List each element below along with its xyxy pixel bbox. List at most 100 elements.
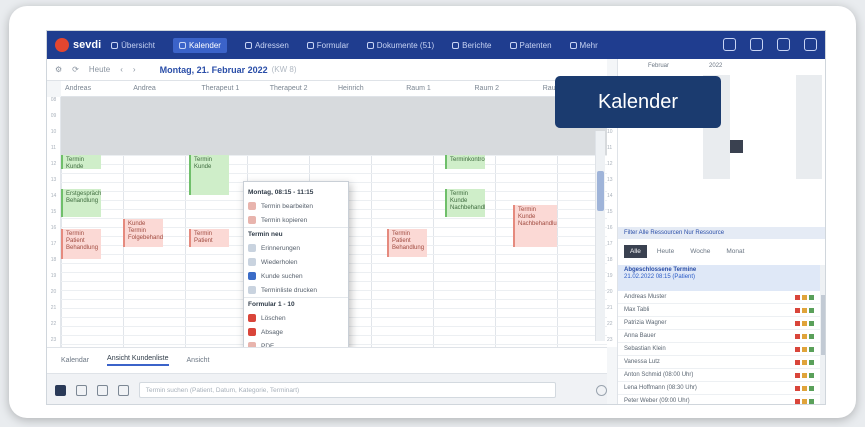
scrollbar-thumb[interactable] (597, 171, 604, 211)
mini-calendar-day[interactable] (743, 114, 756, 127)
mini-calendar-day[interactable] (782, 153, 795, 166)
mini-calendar-day[interactable] (782, 75, 795, 88)
mini-calendar-day[interactable] (690, 140, 703, 153)
year-select[interactable]: 2022 (709, 63, 722, 69)
mini-calendar-day[interactable] (730, 127, 743, 140)
mini-calendar-day[interactable] (637, 153, 650, 166)
calendar-icon[interactable] (777, 38, 790, 51)
prev-day-icon[interactable]: ‹ (120, 65, 123, 74)
check-icon[interactable] (809, 372, 814, 378)
edit-icon[interactable] (802, 294, 807, 300)
mini-calendar-day[interactable] (782, 114, 795, 127)
list-view-icon[interactable] (75, 384, 87, 396)
appointment-list-item[interactable]: Patrizia Wagner (618, 317, 820, 330)
help-icon[interactable] (596, 384, 607, 396)
mini-calendar-day[interactable] (637, 166, 650, 179)
pdf-icon[interactable] (795, 307, 800, 313)
mini-calendar-day[interactable] (782, 101, 795, 114)
pdf-icon[interactable] (795, 372, 800, 378)
mini-calendar-day[interactable] (730, 75, 743, 88)
mini-calendar-day[interactable] (664, 127, 677, 140)
context-menu-item[interactable]: Terminliste drucken (244, 283, 348, 297)
mini-calendar-day[interactable] (743, 101, 756, 114)
mini-calendar-day[interactable] (782, 127, 795, 140)
edit-icon[interactable] (802, 346, 807, 352)
mini-calendar-day[interactable] (690, 166, 703, 179)
mini-calendar-day[interactable] (769, 127, 782, 140)
pdf-icon[interactable] (795, 359, 800, 365)
appointment-list-item[interactable]: Andreas Muster (618, 291, 820, 304)
list-tab[interactable]: Monat (720, 245, 750, 258)
list-tab[interactable]: Alle (624, 245, 647, 258)
settings-icon[interactable]: ⚙ (55, 65, 62, 74)
mini-calendar-day[interactable] (769, 166, 782, 179)
mini-calendar-day[interactable] (624, 166, 637, 179)
mini-calendar-day[interactable] (664, 166, 677, 179)
column-header[interactable]: Raum 2 (471, 81, 539, 96)
refresh-icon[interactable]: ⟳ (72, 65, 79, 74)
calendar-event[interactable]: Termin Kunde (61, 155, 101, 169)
mini-calendar-day[interactable] (756, 153, 769, 166)
mini-calendar-day[interactable] (743, 166, 756, 179)
mini-calendar-day[interactable] (677, 153, 690, 166)
check-icon[interactable] (809, 346, 814, 352)
context-menu-item[interactable]: Kunde suchen (244, 269, 348, 283)
mini-calendar-day[interactable] (677, 127, 690, 140)
mini-calendar-day[interactable] (795, 75, 809, 88)
mini-calendar-day[interactable] (624, 153, 637, 166)
calendar-event[interactable]: Termin Patient Behandlung (387, 229, 427, 257)
mini-calendar-day[interactable] (808, 88, 823, 101)
today-button[interactable]: Heute (89, 65, 110, 74)
appointment-list-item[interactable]: Peter Weber (09:00 Uhr) (618, 395, 820, 404)
column-header[interactable]: Andreas (61, 81, 129, 96)
mini-calendar-day[interactable] (716, 166, 730, 179)
column-header[interactable]: Andrea (129, 81, 197, 96)
mini-calendar-day[interactable] (756, 75, 769, 88)
resource-filter-bar[interactable]: Filter Alle Ressourcen Nur Ressource (618, 227, 825, 239)
mini-calendar-day[interactable] (795, 127, 809, 140)
nav-item-5[interactable]: Berichte (452, 41, 492, 50)
mini-calendar-day[interactable] (756, 88, 769, 101)
mini-calendar-day[interactable] (743, 127, 756, 140)
pdf-icon[interactable] (795, 398, 800, 404)
mini-calendar-day[interactable] (782, 140, 795, 153)
calendar-event[interactable]: Terminkontrolle (445, 155, 485, 169)
calendar-event[interactable]: Kunde Termin Folgebehandlung (123, 219, 163, 247)
appointment-list-item[interactable]: Lena Hoffmann (08:30 Uhr) (618, 382, 820, 395)
export-icon[interactable] (117, 384, 129, 396)
mini-calendar-day[interactable] (703, 127, 717, 140)
grid-view-icon[interactable] (55, 384, 66, 396)
mini-calendar-day[interactable] (756, 101, 769, 114)
mini-calendar-day[interactable] (624, 127, 637, 140)
pdf-icon[interactable] (795, 385, 800, 391)
clipboard-icon[interactable] (723, 38, 736, 51)
mini-calendar-day[interactable] (769, 88, 782, 101)
appointment-list-item[interactable]: Anton Schmid (08:00 Uhr) (618, 369, 820, 382)
mini-calendar-day[interactable] (624, 140, 637, 153)
mini-calendar-day[interactable] (650, 127, 663, 140)
mini-calendar-day[interactable] (769, 101, 782, 114)
mini-calendar-day[interactable] (637, 140, 650, 153)
mini-calendar-day[interactable] (650, 153, 663, 166)
column-header[interactable]: Therapeut 2 (266, 81, 334, 96)
edit-icon[interactable] (802, 359, 807, 365)
next-day-icon[interactable]: › (133, 65, 136, 74)
mini-calendar-day[interactable] (769, 114, 782, 127)
mini-calendar-day[interactable] (769, 153, 782, 166)
mini-calendar-day[interactable] (795, 101, 809, 114)
selected-appointment[interactable]: Abgeschlossene Termine 21.02.2022 08:15 … (618, 265, 820, 291)
context-menu-item[interactable]: Termin bearbeiten (244, 199, 348, 213)
nav-item-1[interactable]: Kalender (172, 37, 227, 53)
mini-calendar-day[interactable] (664, 140, 677, 153)
calendar-event[interactable]: Termin Patient (189, 229, 229, 247)
pdf-icon[interactable] (795, 294, 800, 300)
mini-calendar-day[interactable] (716, 140, 730, 153)
mini-calendar-day[interactable] (782, 88, 795, 101)
mini-calendar-day[interactable] (650, 166, 663, 179)
nav-item-3[interactable]: Formular (306, 41, 349, 50)
all-day-area[interactable] (61, 97, 607, 155)
column-header[interactable]: Therapeut 1 (198, 81, 266, 96)
nav-item-4[interactable]: Dokumente (51) (366, 41, 434, 50)
appointment-search-input[interactable]: Termin suchen (Patient, Datum, Kategorie… (138, 382, 557, 398)
scrollbar-thumb[interactable] (821, 295, 825, 355)
